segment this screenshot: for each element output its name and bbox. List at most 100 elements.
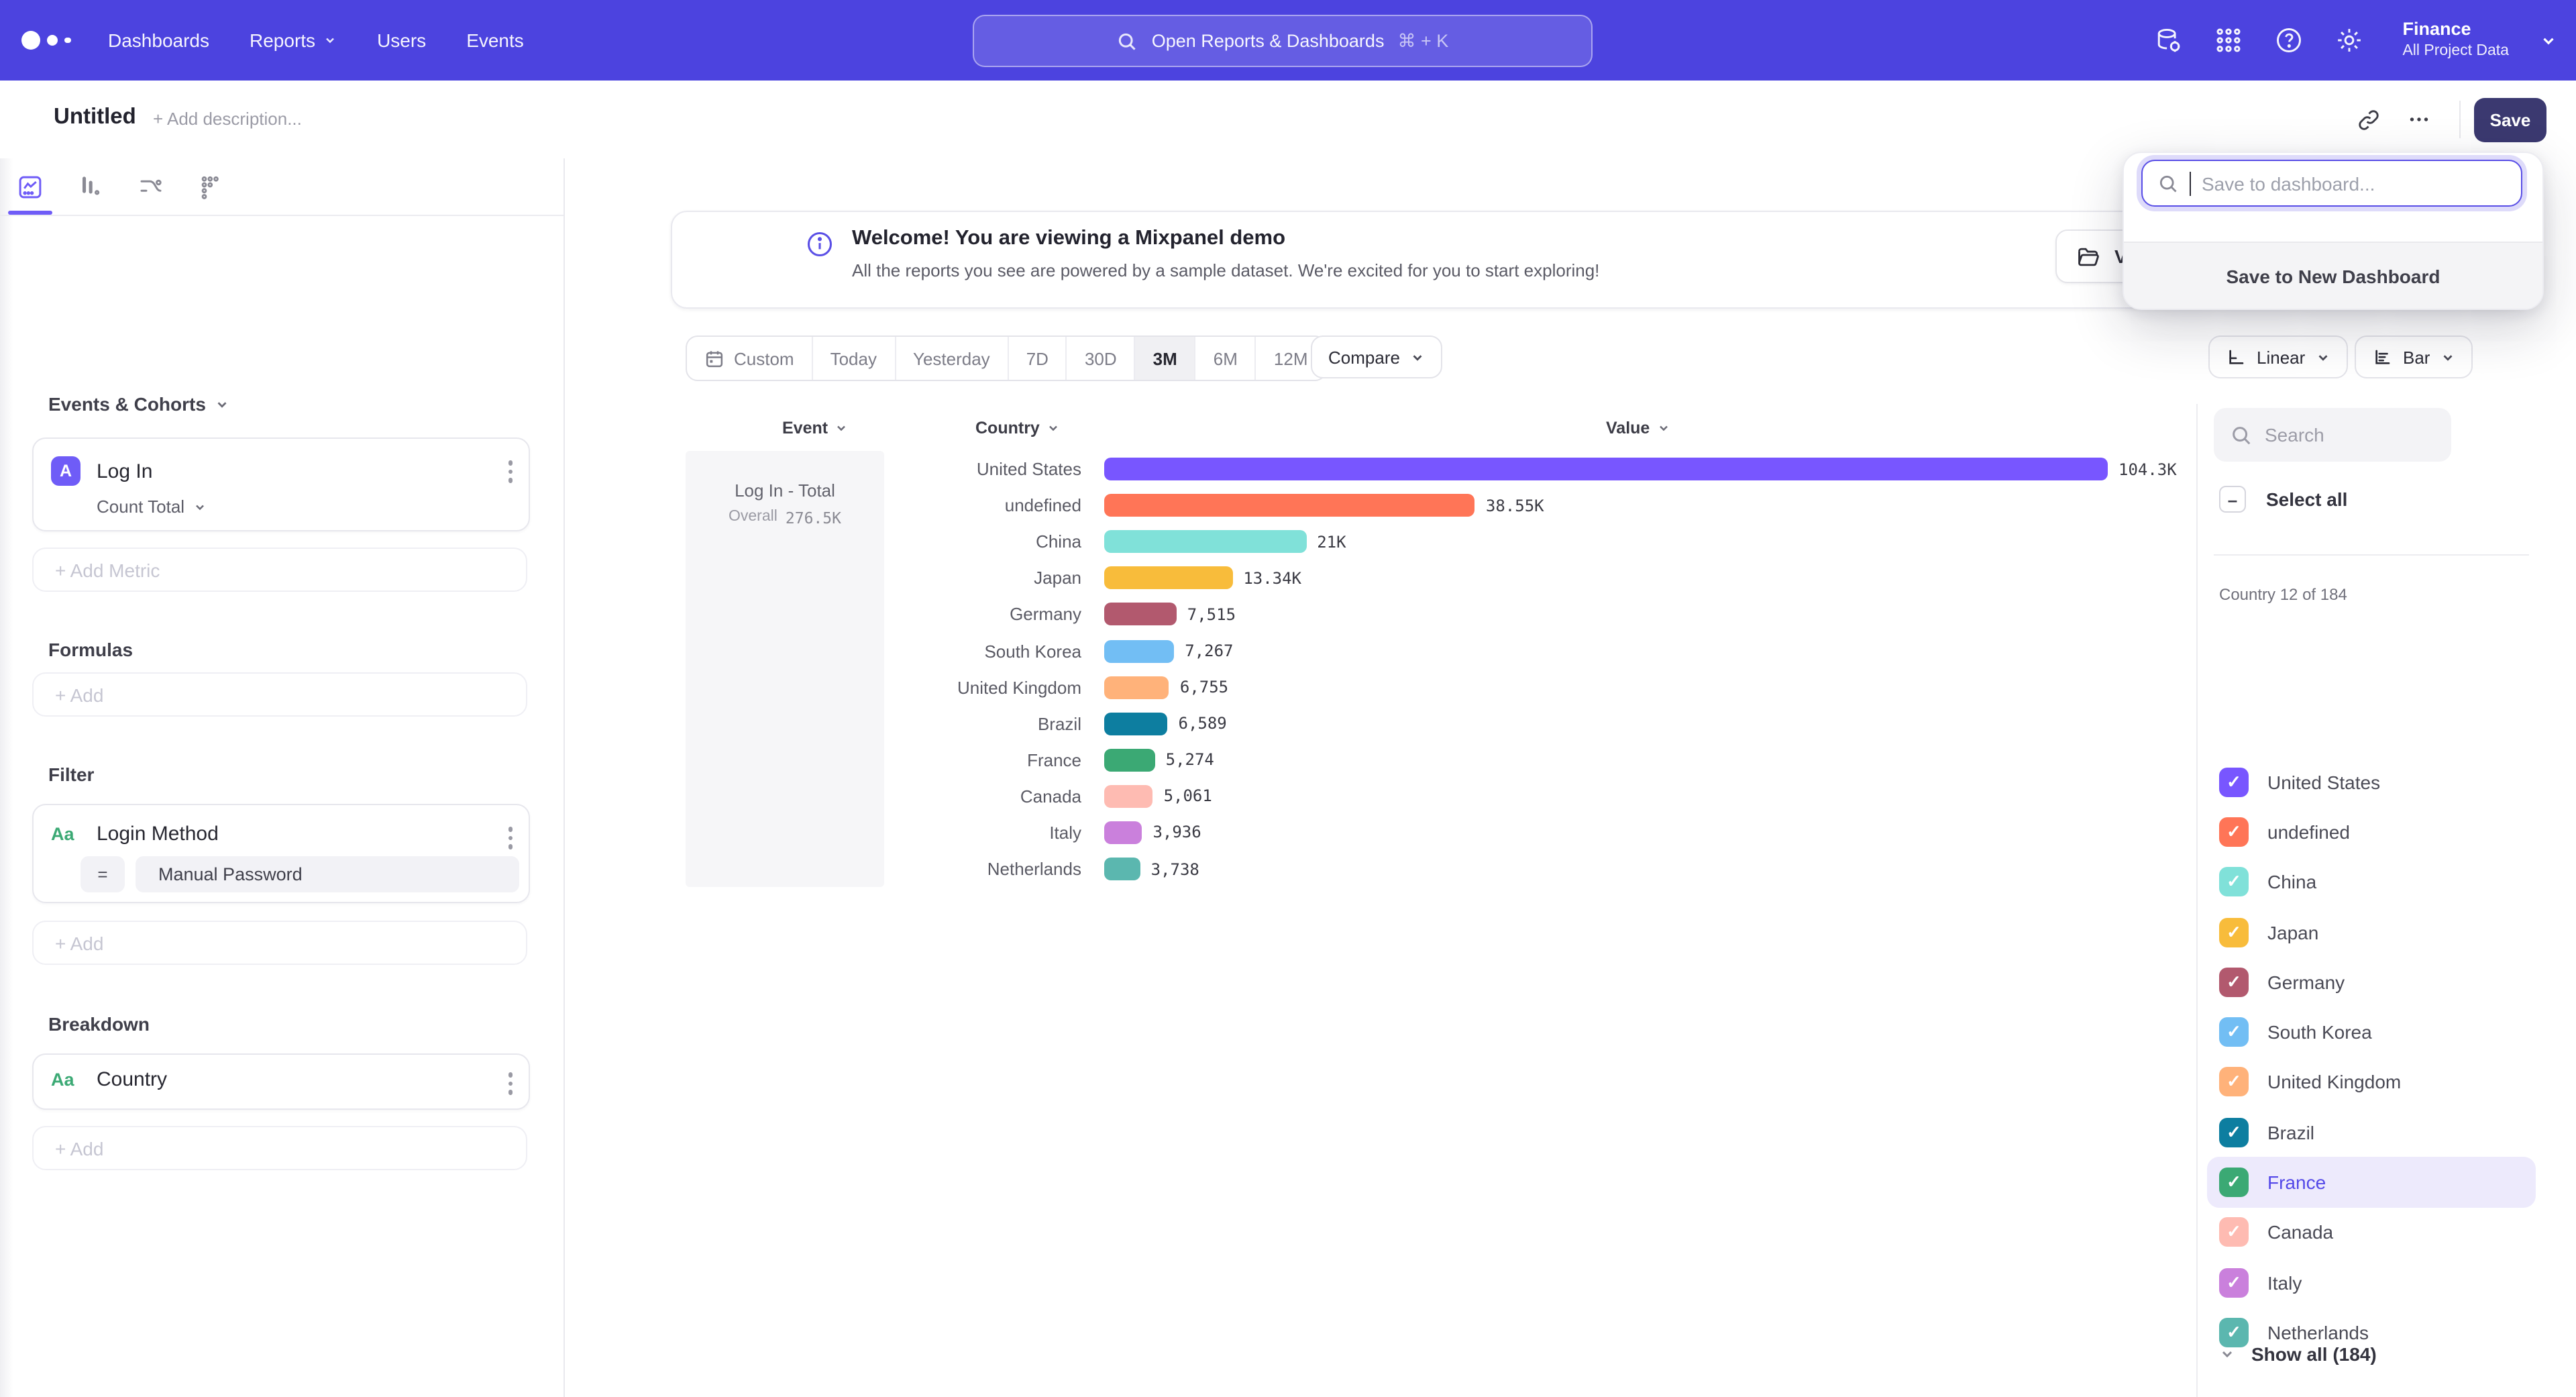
country-checkbox[interactable]: ✓	[2219, 1168, 2249, 1197]
compare-button[interactable]: Compare	[1311, 335, 1443, 378]
range-3m[interactable]: 3M	[1136, 337, 1196, 380]
tab-funnels[interactable]	[60, 158, 121, 215]
country-checkbox[interactable]: ✓	[2219, 1218, 2249, 1247]
help-icon[interactable]	[2273, 25, 2303, 55]
country-checkbox[interactable]: ✓	[2219, 867, 2249, 896]
bar-segment[interactable]	[1104, 712, 1168, 735]
breakdown-menu-button[interactable]	[508, 1072, 513, 1094]
bar-segment[interactable]	[1104, 749, 1155, 772]
add-metric-button[interactable]: + Add Metric	[32, 548, 527, 592]
range-today[interactable]: Today	[813, 337, 896, 380]
bar-segment[interactable]	[1104, 821, 1142, 844]
events-cohorts-header[interactable]: Events & Cohorts	[48, 393, 230, 415]
scale-selector[interactable]: Linear	[2208, 335, 2348, 378]
column-header-value[interactable]: Value	[1606, 419, 1670, 437]
country-checkbox[interactable]: ✓	[2219, 968, 2249, 997]
metric-name[interactable]: Log In	[97, 460, 152, 483]
country-checkbox[interactable]: ✓	[2219, 1117, 2249, 1147]
legend-search-input[interactable]: Search	[2214, 408, 2451, 462]
breakdown-property-name[interactable]: Country	[97, 1068, 167, 1091]
country-filter-row[interactable]: ✓United Kingdom	[2207, 1057, 2536, 1108]
mixpanel-logo-icon[interactable]	[21, 31, 70, 50]
add-formula-button[interactable]: + Add	[32, 672, 527, 717]
bar-segment[interactable]	[1104, 639, 1174, 662]
add-filter-button[interactable]: + Add	[32, 921, 527, 965]
range-7d[interactable]: 7D	[1009, 337, 1067, 380]
bar-category-label: Canada	[891, 786, 1081, 807]
event-total-title: Log In - Total	[735, 480, 835, 501]
country-filter-row[interactable]: ✓France	[2207, 1157, 2536, 1208]
metric-card[interactable]: A Log In Count Total	[32, 437, 530, 531]
bar-category-label: Italy	[891, 823, 1081, 843]
range-30d[interactable]: 30D	[1067, 337, 1136, 380]
range-custom[interactable]: Custom	[687, 337, 813, 380]
bar-segment[interactable]	[1104, 858, 1140, 880]
global-search-input[interactable]: Open Reports & Dashboards ⌘ + K	[973, 15, 1593, 67]
country-filter-row[interactable]: ✓China	[2207, 857, 2536, 907]
bar-segment[interactable]	[1104, 530, 1306, 553]
aggregation-selector[interactable]: Count Total	[97, 497, 206, 517]
country-filter-row[interactable]: ✓Canada	[2207, 1207, 2536, 1257]
country-checkbox[interactable]: ✓	[2219, 917, 2249, 947]
bar-segment[interactable]	[1104, 458, 2108, 480]
save-dashboard-search-input[interactable]: Save to dashboard...	[2141, 160, 2522, 207]
country-checkbox[interactable]: ✓	[2219, 767, 2249, 796]
save-button[interactable]: Save	[2474, 98, 2546, 142]
nav-events[interactable]: Events	[466, 30, 524, 51]
country-checkbox[interactable]: ✓	[2219, 817, 2249, 847]
chart-row: Brazil6,589	[891, 705, 2177, 741]
select-all-row[interactable]: – Select all	[2219, 486, 2347, 513]
country-filter-row[interactable]: ✓South Korea	[2207, 1007, 2536, 1057]
bar-segment[interactable]	[1104, 494, 1475, 517]
filter-property-name[interactable]: Login Method	[97, 823, 219, 845]
divider	[2459, 101, 2461, 138]
country-filter-row[interactable]: ✓Italy	[2207, 1257, 2536, 1308]
project-switcher[interactable]: Finance All Project Data	[2402, 19, 2509, 62]
column-header-country[interactable]: Country	[975, 419, 1060, 437]
filter-menu-button[interactable]	[508, 827, 513, 849]
report-header: Untitled + Add description... Save	[0, 81, 2576, 160]
country-filter-row[interactable]: ✓Brazil	[2207, 1107, 2536, 1157]
metric-menu-button[interactable]	[508, 460, 513, 482]
country-checkbox[interactable]: ✓	[2219, 1017, 2249, 1047]
country-filter-row[interactable]: ✓United States	[2207, 757, 2536, 807]
copy-link-button[interactable]	[2349, 101, 2387, 138]
country-checkbox[interactable]: ✓	[2219, 1267, 2249, 1297]
add-description[interactable]: + Add description...	[153, 109, 302, 129]
select-all-checkbox[interactable]: –	[2219, 486, 2246, 513]
breakdown-card[interactable]: Aa Country	[32, 1053, 530, 1110]
filter-value[interactable]: Manual Password	[136, 856, 519, 892]
panel-edge-shadow	[0, 158, 13, 1397]
column-header-event[interactable]: Event	[782, 419, 848, 437]
nav-users[interactable]: Users	[377, 30, 426, 51]
bar-segment[interactable]	[1104, 785, 1153, 808]
country-checkbox[interactable]: ✓	[2219, 1068, 2249, 1097]
range-6m[interactable]: 6M	[1196, 337, 1256, 380]
filter-operator[interactable]: =	[80, 856, 125, 892]
add-breakdown-button[interactable]: + Add	[32, 1126, 527, 1170]
nav-dashboards[interactable]: Dashboards	[108, 30, 209, 51]
chart-type-selector[interactable]: Bar	[2355, 335, 2473, 378]
country-filter-row[interactable]: ✓undefined	[2207, 807, 2536, 858]
apps-grid-icon[interactable]	[2213, 25, 2243, 55]
data-connections-icon[interactable]	[2153, 25, 2182, 55]
country-filter-row[interactable]: ✓Germany	[2207, 957, 2536, 1007]
tab-retention[interactable]	[181, 158, 241, 215]
country-filter-row[interactable]: ✓Japan	[2207, 907, 2536, 958]
bar-segment[interactable]	[1104, 676, 1169, 698]
filter-card[interactable]: Aa Login Method = Manual Password	[32, 804, 530, 903]
nav-reports[interactable]: Reports	[250, 30, 337, 51]
report-title[interactable]: Untitled	[54, 105, 136, 130]
show-all-toggle[interactable]: Show all (184)	[2219, 1343, 2377, 1365]
bar-segment[interactable]	[1104, 603, 1177, 626]
range-yesterday[interactable]: Yesterday	[896, 337, 1009, 380]
gear-icon[interactable]	[2334, 25, 2363, 55]
event-total-cell[interactable]: Log In - Total Overall276.5K	[686, 451, 884, 887]
chevron-down-icon[interactable]	[2540, 32, 2557, 49]
save-to-dashboard-dropdown: Save to dashboard... Save to New Dashboa…	[2123, 152, 2544, 310]
tab-flows[interactable]	[121, 158, 181, 215]
save-to-new-dashboard-button[interactable]: Save to New Dashboard	[2124, 242, 2542, 309]
bar-segment[interactable]	[1104, 567, 1232, 590]
tab-insights[interactable]	[0, 158, 60, 215]
more-options-button[interactable]	[2400, 101, 2438, 138]
